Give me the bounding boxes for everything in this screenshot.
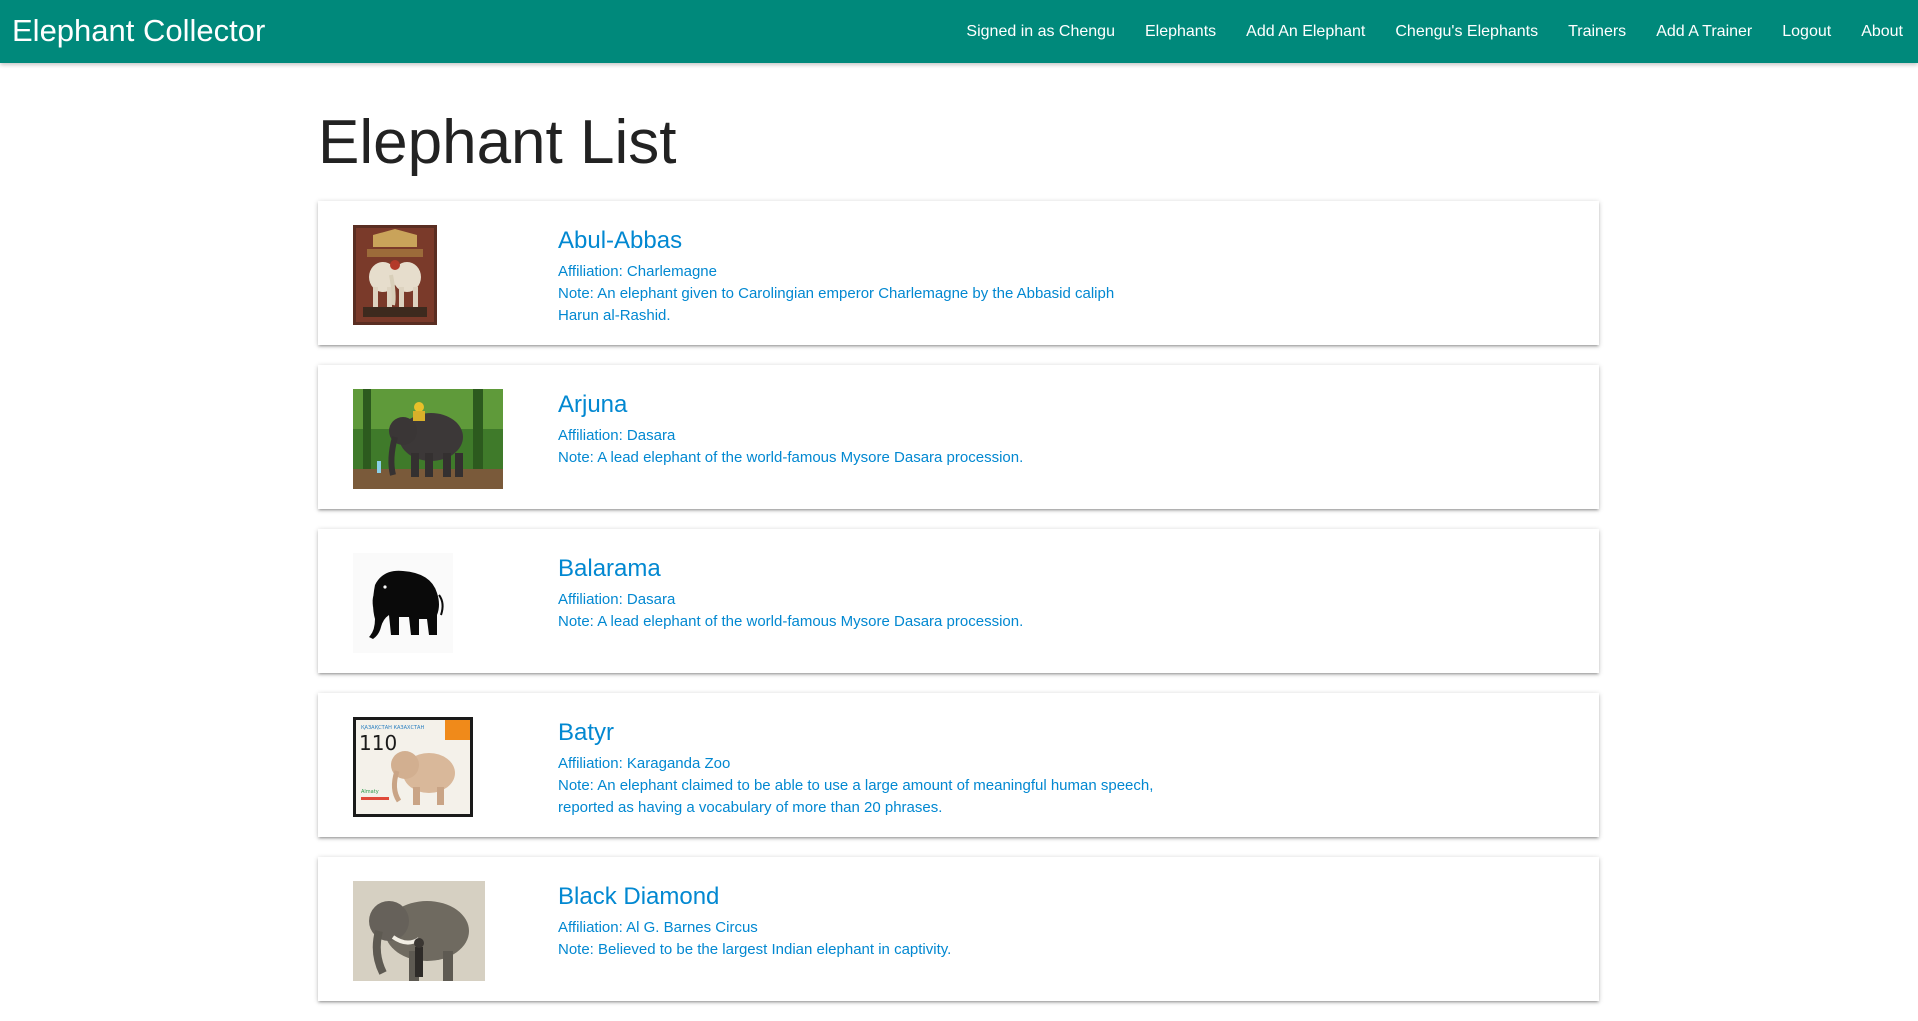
nav-trainers[interactable]: Trainers <box>1553 0 1641 63</box>
photo-elephant-forest <box>353 389 503 489</box>
elephant-card[interactable]: Abul-Abbas Affiliation: Charlemagne Note… <box>318 201 1599 345</box>
stamp-place: Almaty <box>361 789 379 795</box>
affiliation-text: Affiliation: Dasara <box>558 427 676 444</box>
affiliation-text: Affiliation: Dasara <box>558 591 676 608</box>
elephant-name-link[interactable]: Black Diamond <box>558 881 1158 913</box>
elephant-image <box>353 881 485 981</box>
elephant-card[interactable]: Arjuna Affiliation: Dasara Note: A lead … <box>318 365 1599 509</box>
card-content: Balarama Affiliation: Dasara Note: A lea… <box>558 553 1158 633</box>
nav-my-elephants[interactable]: Chengu's Elephants <box>1380 0 1553 63</box>
elephant-name-link[interactable]: Arjuna <box>558 389 1158 421</box>
affiliation-text: Affiliation: Charlemagne <box>558 263 717 280</box>
elephant-card[interactable]: Black Diamond Affiliation: Al G. Barnes … <box>318 857 1599 1001</box>
postage-stamp-image: ҚАЗАҚСТАН КАЗАХСТАН 110 Almaty <box>353 717 473 817</box>
elephant-card[interactable]: Balarama Affiliation: Dasara Note: A lea… <box>318 529 1599 673</box>
elephant-image: ҚАЗАҚСТАН КАЗАХСТАН 110 Almaty <box>353 717 473 817</box>
note-text: Note: A lead elephant of the world-famou… <box>558 449 1024 466</box>
card-content: Abul-Abbas Affiliation: Charlemagne Note… <box>558 225 1158 327</box>
sepia-photo-elephant <box>353 881 485 981</box>
manuscript-illustration <box>353 225 437 325</box>
elephant-name-link[interactable]: Batyr <box>558 717 1158 749</box>
affiliation-text: Affiliation: Karaganda Zoo <box>558 755 731 772</box>
nav-add-trainer[interactable]: Add A Trainer <box>1641 0 1767 63</box>
nav-logout[interactable]: Logout <box>1767 0 1846 63</box>
nav-elephants[interactable]: Elephants <box>1130 0 1231 63</box>
affiliation-text: Affiliation: Al G. Barnes Circus <box>558 919 758 936</box>
stamp-value: 110 <box>359 731 397 755</box>
card-content: Black Diamond Affiliation: Al G. Barnes … <box>558 881 1158 961</box>
note-text: Note: An elephant claimed to be able to … <box>558 777 1154 816</box>
nav-about[interactable]: About <box>1846 0 1918 63</box>
main-container: Elephant List Abul-Abbas Affiliation: Ch… <box>318 63 1599 1021</box>
note-text: Note: A lead elephant of the world-famou… <box>558 613 1024 630</box>
brand-logo[interactable]: Elephant Collector <box>12 11 265 51</box>
signed-in-label: Signed in as Chengu <box>966 22 1115 40</box>
elephant-image <box>353 225 437 325</box>
nav-menu: Signed in as Chengu Elephants Add An Ele… <box>966 0 1918 63</box>
nav-add-elephant[interactable]: Add An Elephant <box>1231 0 1380 63</box>
card-content: Batyr Affiliation: Karaganda Zoo Note: A… <box>558 717 1158 819</box>
elephant-name-link[interactable]: Balarama <box>558 553 1158 585</box>
card-content: Arjuna Affiliation: Dasara Note: A lead … <box>558 389 1158 469</box>
elephant-card[interactable]: ҚАЗАҚСТАН КАЗАХСТАН 110 Almaty Batyr Aff… <box>318 693 1599 837</box>
top-navbar: Elephant Collector Signed in as Chengu E… <box>0 0 1918 63</box>
note-text: Note: An elephant given to Carolingian e… <box>558 285 1115 324</box>
elephant-image <box>353 389 503 489</box>
elephant-silhouette-icon <box>353 553 453 653</box>
elephant-image <box>353 553 453 653</box>
note-text: Note: Believed to be the largest Indian … <box>558 941 952 958</box>
page-title: Elephant List <box>318 108 677 177</box>
elephant-list: Abul-Abbas Affiliation: Charlemagne Note… <box>318 201 1599 1001</box>
elephant-name-link[interactable]: Abul-Abbas <box>558 225 1158 257</box>
